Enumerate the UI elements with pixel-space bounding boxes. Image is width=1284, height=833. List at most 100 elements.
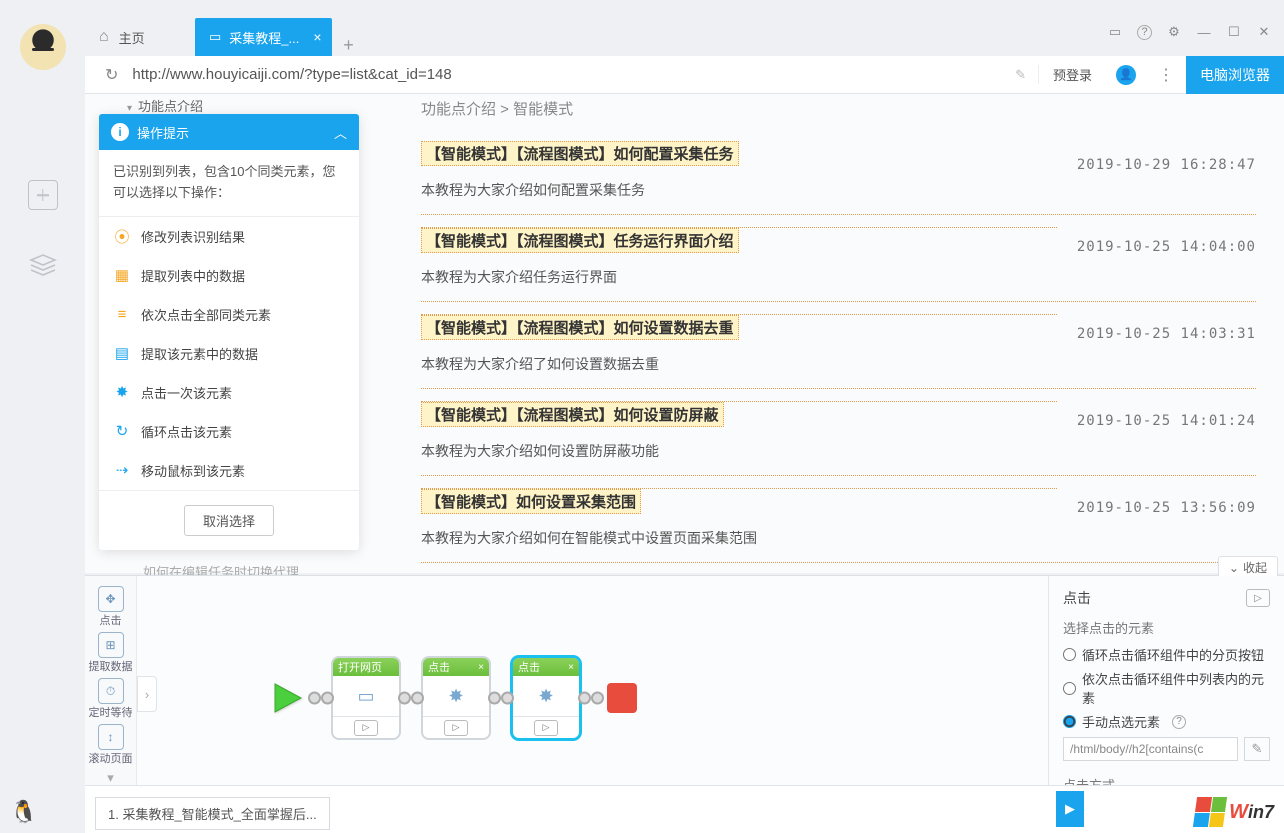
tab-home-label: 主页 [119, 28, 145, 47]
wf-tool[interactable]: ↕滚动页面 [85, 724, 136, 766]
start-node[interactable] [263, 674, 311, 722]
collapse-up-icon[interactable]: ︿ [334, 123, 347, 142]
close-icon[interactable]: ✕ [1256, 24, 1272, 40]
collapse-label: 收起 [1243, 559, 1267, 576]
hint-action-3[interactable]: ▤提取该元素中的数据 [99, 334, 359, 373]
list-item-date: 2019-10-25 14:01:24 [1077, 397, 1256, 429]
wf-tool[interactable]: ⊞提取数据 [85, 632, 136, 674]
edit-url-icon[interactable]: ✎ [1003, 67, 1038, 83]
workflow-canvas[interactable]: 打开网页 ▭ ▷ 点击× ✸ ▷ 点击× ✸ ▷ [163, 576, 1042, 785]
gift-icon[interactable]: ▭ [1107, 24, 1123, 40]
extract-icon: ▤ [113, 344, 131, 362]
properties-panel: 点击 ▷ 选择点击的元素 循环点击循环组件中的分页按钮 依次点击循环组件中列表内… [1048, 576, 1284, 785]
toolbox-expand-icon[interactable]: › [137, 676, 157, 712]
list-item-date: 2019-10-25 14:04:00 [1077, 223, 1256, 255]
breadcrumb-sep: > [496, 101, 513, 118]
minimize-icon[interactable]: — [1196, 24, 1212, 40]
hint-action-label: 提取列表中的数据 [141, 266, 245, 285]
window-controls: ▭ ? ⚙ — ☐ ✕ [1107, 24, 1272, 40]
node-play-icon[interactable]: ▷ [444, 720, 468, 736]
wf-tool-label: 定时等待 [85, 704, 136, 720]
tasks-icon[interactable] [28, 250, 58, 280]
connector [401, 693, 421, 703]
logo-w: W [1229, 801, 1248, 823]
node-label: 点击 [428, 659, 450, 675]
radio-manual[interactable]: 手动点选元素? [1063, 712, 1270, 731]
tab-home[interactable]: ⌂ 主页 [85, 18, 195, 56]
qq-icon[interactable]: 🐧 [10, 799, 37, 825]
main-content: 功能点介绍 i 操作提示 ︿ 已识别到列表，包含10个同类元素，您可以选择以下操… [85, 94, 1284, 573]
list-item: 【智能模式】如何设置采集范围 本教程为大家介绍如何在智能模式中设置页面采集范围 … [421, 475, 1256, 562]
wf-tool[interactable]: ⏱定时等待 [85, 678, 136, 720]
breadcrumb-b[interactable]: 智能模式 [513, 101, 573, 118]
tab-active[interactable]: ▭ 采集教程_... × [195, 18, 332, 56]
list-item-title[interactable]: 【智能模式】【流程图模式】如何设置数据去重 [421, 315, 739, 340]
new-tab-button[interactable]: + [332, 35, 366, 56]
hint-action-6[interactable]: ⇢移动鼠标到该元素 [99, 451, 359, 490]
gear-icon[interactable]: ⚙ [1166, 24, 1182, 40]
node-close-icon[interactable]: × [568, 662, 574, 673]
list-item: 【智能模式】【流程图模式】如何配置采集任务 本教程为大家介绍如何配置采集任务 2… [421, 133, 1256, 214]
new-task-icon[interactable] [28, 180, 58, 210]
radio-label: 手动点选元素 [1082, 712, 1160, 731]
radio-label: 依次点击循环组件中列表内的元素 [1082, 669, 1270, 707]
prelogin-button[interactable]: 预登录 [1038, 65, 1106, 84]
wf-tool-more-icon[interactable]: ▾ [85, 770, 136, 786]
list-item-desc: 本教程为大家介绍了如何设置数据去重 [421, 340, 1057, 384]
node-play-icon[interactable]: ▷ [534, 720, 558, 736]
node-open-page[interactable]: 打开网页 ▭ ▷ [331, 656, 401, 740]
cancel-selection-button[interactable]: 取消选择 [184, 505, 274, 536]
radio-loop-list[interactable]: 依次点击循环组件中列表内的元素 [1063, 669, 1270, 707]
list-item-date: 2019-10-29 16:28:47 [1077, 141, 1256, 173]
address-bar: ↻ http://www.houyicaiji.com/?type=list&c… [85, 56, 1284, 94]
tab-close-icon[interactable]: × [313, 29, 321, 45]
run-step-icon[interactable]: ▷ [1246, 589, 1270, 607]
edit-xpath-icon[interactable]: ✎ [1244, 737, 1270, 761]
node-play-icon[interactable]: ▷ [354, 720, 378, 736]
list-item-title[interactable]: 【智能模式】【流程图模式】如何配置采集任务 [421, 141, 739, 166]
help-icon[interactable]: ? [1137, 25, 1152, 40]
workflow-toolbox: ✥点击⊞提取数据⏱定时等待↕滚动页面▾ [85, 576, 137, 785]
connector [311, 693, 331, 703]
hint-action-2[interactable]: ≡依次点击全部同类元素 [99, 295, 359, 334]
help-icon[interactable]: ? [1172, 715, 1186, 729]
target-icon: ⦿ [113, 227, 131, 245]
more-icon[interactable]: ⋮ [1146, 65, 1186, 85]
list-item-desc: 本教程为大家介绍任务运行界面 [421, 253, 1057, 297]
article-list: 功能点介绍 > 智能模式 【智能模式】【流程图模式】如何配置采集任务 本教程为大… [383, 94, 1284, 573]
list-icon: ≡ [113, 305, 131, 323]
wf-tool-icon: ✥ [98, 586, 124, 612]
list-item-title[interactable]: 【智能模式】【流程图模式】任务运行界面介绍 [421, 228, 739, 253]
hint-action-4[interactable]: ✸点击一次该元素 [99, 373, 359, 412]
hint-action-label: 修改列表识别结果 [141, 227, 245, 246]
maximize-icon[interactable]: ☐ [1226, 24, 1242, 40]
end-node[interactable] [607, 683, 637, 713]
wf-tool-icon: ↕ [98, 724, 124, 750]
url-field[interactable]: http://www.houyicaiji.com/?type=list&cat… [128, 66, 1003, 83]
list-item-title[interactable]: 【智能模式】【流程图模式】如何设置防屏蔽 [421, 402, 724, 427]
node-click-2-active[interactable]: 点击× ✸ ▷ [511, 656, 581, 740]
wf-tool[interactable]: ✥点击 [85, 586, 136, 628]
list-item: 【智能模式】【流程图模式】如何设置数据去重 本教程为大家介绍了如何设置数据去重 … [421, 301, 1256, 388]
sidebar-category[interactable]: 功能点介绍 [85, 94, 383, 115]
browser-mode-button[interactable]: 电脑浏览器 [1186, 56, 1284, 94]
radio-loop-paginate[interactable]: 循环点击循环组件中的分页按钮 [1063, 645, 1270, 664]
avatar[interactable] [20, 24, 66, 70]
node-click-1[interactable]: 点击× ✸ ▷ [421, 656, 491, 740]
run-task-button[interactable]: ▶ [1056, 791, 1084, 827]
list-item-title[interactable]: 【智能模式】如何设置采集范围 [421, 489, 641, 514]
xpath-field[interactable]: /html/body//h2[contains(c [1063, 737, 1238, 761]
wf-tool-icon: ⏱ [98, 678, 124, 704]
task-tab[interactable]: 1. 采集教程_智能模式_全面掌握后... [95, 797, 330, 830]
user-badge-icon[interactable]: 👤 [1116, 65, 1136, 85]
hint-action-5[interactable]: ↻循环点击该元素 [99, 412, 359, 451]
windows-flag-icon [1193, 797, 1227, 827]
node-close-icon[interactable]: × [478, 662, 484, 673]
home-icon: ⌂ [99, 28, 109, 46]
hint-action-0[interactable]: ⦿ 修改列表识别结果 [99, 217, 359, 256]
breadcrumb-a[interactable]: 功能点介绍 [421, 101, 496, 118]
reload-icon[interactable]: ↻ [95, 65, 128, 85]
hint-action-1[interactable]: ▦提取列表中的数据 [99, 256, 359, 295]
hint-panel-header[interactable]: i 操作提示 ︿ [99, 114, 359, 150]
radio-label: 循环点击循环组件中的分页按钮 [1082, 645, 1264, 664]
